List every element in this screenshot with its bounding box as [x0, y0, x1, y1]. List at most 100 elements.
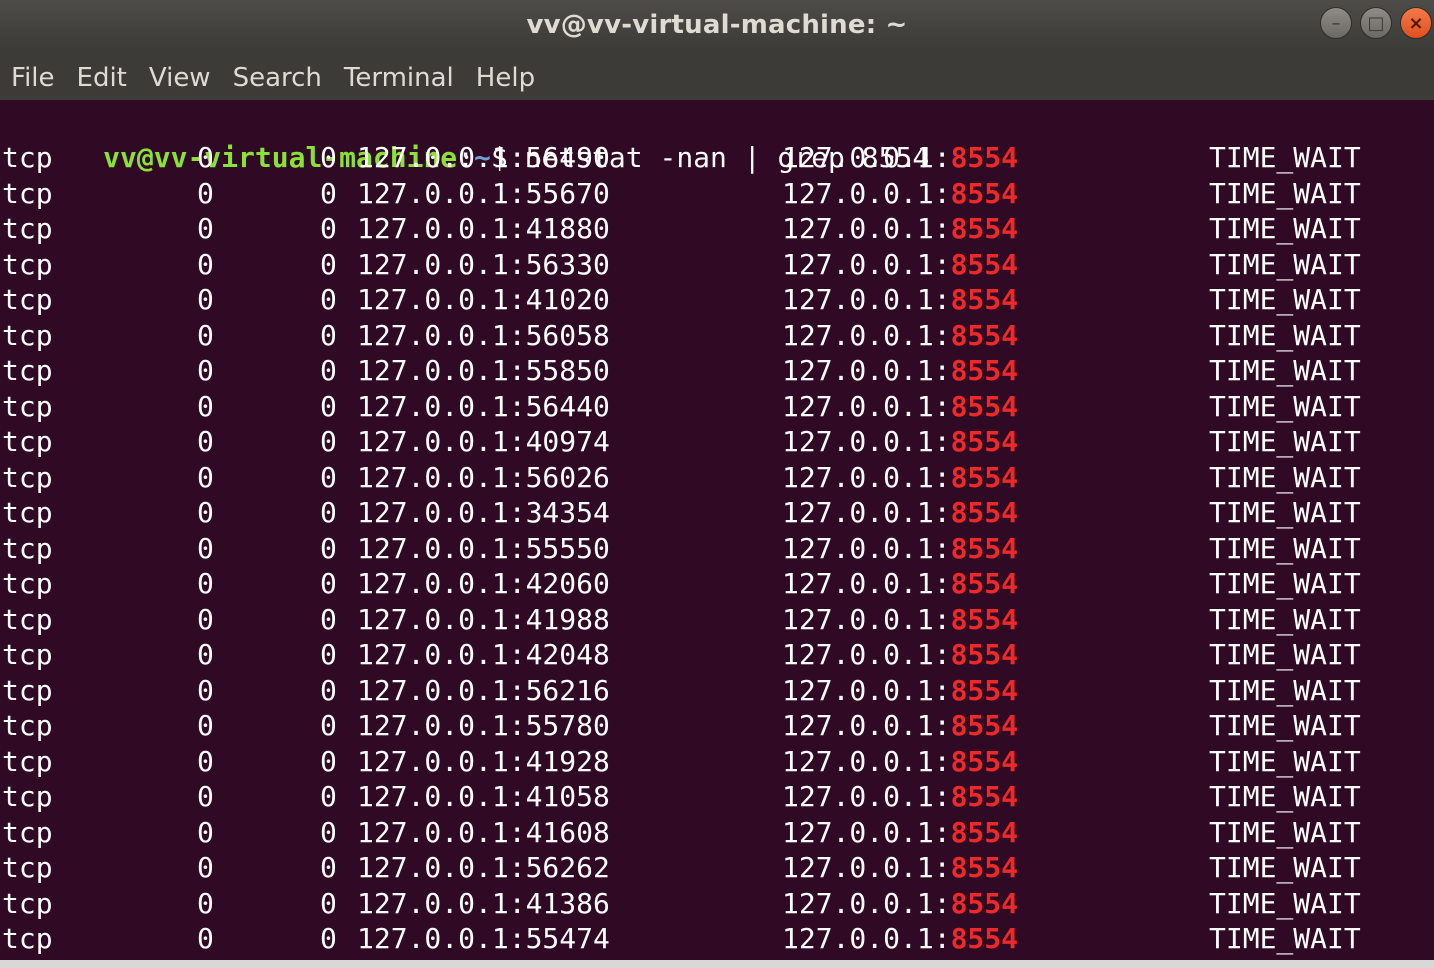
row-local-address: 127.0.0.1:55474	[357, 922, 610, 955]
row-foreign-ip: 127.0.0.1:	[782, 247, 951, 281]
row-local-address: 127.0.0.1:55780	[357, 709, 610, 742]
row-recv-q: 0	[197, 176, 214, 210]
row-proto: tcp	[2, 673, 53, 707]
row-foreign-ip: 127.0.0.1:	[782, 176, 951, 210]
row-foreign-ip: 127.0.0.1:	[782, 922, 951, 955]
close-button[interactable]: ×	[1400, 7, 1432, 39]
row-send-q: 0	[320, 389, 337, 423]
row-foreign-port-match: 8554	[950, 602, 1019, 636]
row-state: TIME_WAIT	[1209, 496, 1361, 529]
window-title: vv@vv-virtual-machine: ~	[526, 10, 908, 40]
row-local-address: 127.0.0.1:41608	[357, 815, 610, 849]
row-recv-q: 0	[197, 780, 214, 813]
row-foreign-address: 127.0.0.1:8554	[782, 211, 1018, 247]
row-recv-q: 0	[197, 851, 214, 884]
row-state: TIME_WAIT	[1209, 460, 1361, 494]
row-state: TIME_WAIT	[1209, 141, 1361, 174]
row-proto: tcp	[2, 318, 53, 352]
row-proto: tcp	[2, 815, 53, 849]
row-foreign-ip: 127.0.0.1:	[782, 318, 951, 352]
row-foreign-ip: 127.0.0.1:	[782, 602, 951, 636]
row-local-address: 127.0.0.1:55850	[357, 354, 610, 387]
row-foreign-ip: 127.0.0.1:	[782, 744, 951, 778]
row-foreign-port-match: 8554	[950, 709, 1019, 742]
row-send-q: 0	[320, 815, 337, 849]
menu-help[interactable]: Help	[465, 50, 546, 100]
row-local-address: 127.0.0.1:34354	[357, 496, 610, 529]
menu-file[interactable]: File	[0, 50, 66, 100]
row-local-address: 127.0.0.1:56026	[357, 460, 610, 494]
row-local-address: 127.0.0.1:56440	[357, 389, 610, 423]
row-foreign-address: 127.0.0.1:8554	[782, 708, 1018, 744]
title-bar[interactable]: vv@vv-virtual-machine: ~ – □ ×	[0, 0, 1434, 50]
row-state: TIME_WAIT	[1209, 247, 1361, 281]
row-send-q: 0	[320, 780, 337, 813]
row-foreign-ip: 127.0.0.1:	[782, 851, 951, 884]
row-state: TIME_WAIT	[1209, 389, 1361, 423]
row-send-q: 0	[320, 141, 337, 174]
row-foreign-port-match: 8554	[950, 638, 1019, 671]
row-foreign-port-match: 8554	[950, 425, 1019, 458]
row-recv-q: 0	[197, 460, 214, 494]
window-bottom-border	[0, 960, 1434, 968]
row-foreign-ip: 127.0.0.1:	[782, 496, 951, 529]
row-foreign-port-match: 8554	[950, 886, 1019, 920]
row-proto: tcp	[2, 176, 53, 210]
row-foreign-ip: 127.0.0.1:	[782, 354, 951, 387]
menu-search[interactable]: Search	[222, 50, 333, 100]
window-controls: – □ ×	[1320, 7, 1432, 39]
row-foreign-address: 127.0.0.1:8554	[782, 779, 1018, 815]
row-proto: tcp	[2, 851, 53, 884]
menu-edit[interactable]: Edit	[66, 50, 138, 100]
row-proto: tcp	[2, 354, 53, 387]
row-state: TIME_WAIT	[1209, 780, 1361, 813]
row-foreign-address: 127.0.0.1:8554	[782, 637, 1018, 673]
row-state: TIME_WAIT	[1209, 815, 1361, 849]
row-local-address: 127.0.0.1:41880	[357, 212, 610, 245]
row-local-address: 127.0.0.1:41988	[357, 602, 610, 636]
row-foreign-ip: 127.0.0.1:	[782, 460, 951, 494]
row-foreign-ip: 127.0.0.1:	[782, 638, 951, 671]
row-state: TIME_WAIT	[1209, 567, 1361, 600]
terminal-output[interactable]: vv@vv-virtual-machine:~$ netstat -nan | …	[0, 100, 1434, 960]
row-foreign-ip: 127.0.0.1:	[782, 673, 951, 707]
row-proto: tcp	[2, 567, 53, 600]
row-local-address: 127.0.0.1:55670	[357, 176, 610, 210]
row-foreign-address: 127.0.0.1:8554	[782, 744, 1018, 780]
row-foreign-port-match: 8554	[950, 247, 1019, 281]
row-proto: tcp	[2, 780, 53, 813]
row-send-q: 0	[320, 496, 337, 529]
row-foreign-port-match: 8554	[950, 673, 1019, 707]
row-state: TIME_WAIT	[1209, 212, 1361, 245]
row-proto: tcp	[2, 283, 53, 316]
row-foreign-address: 127.0.0.1:8554	[782, 495, 1018, 531]
row-foreign-address: 127.0.0.1:8554	[782, 460, 1018, 496]
row-recv-q: 0	[197, 709, 214, 742]
row-foreign-address: 127.0.0.1:8554	[782, 602, 1018, 638]
row-state: TIME_WAIT	[1209, 283, 1361, 316]
row-foreign-port-match: 8554	[950, 922, 1019, 955]
menu-view[interactable]: View	[138, 50, 222, 100]
row-foreign-port-match: 8554	[950, 354, 1019, 387]
row-local-address: 127.0.0.1:42048	[357, 638, 610, 671]
row-foreign-address: 127.0.0.1:8554	[782, 140, 1018, 176]
row-send-q: 0	[320, 886, 337, 920]
row-send-q: 0	[320, 638, 337, 671]
row-state: TIME_WAIT	[1209, 318, 1361, 352]
row-foreign-port-match: 8554	[950, 283, 1019, 316]
terminal-window: vv@vv-virtual-machine: ~ – □ × File Edit…	[0, 0, 1434, 960]
row-proto: tcp	[2, 212, 53, 245]
maximize-button[interactable]: □	[1360, 7, 1392, 39]
minimize-button[interactable]: –	[1320, 7, 1352, 39]
row-state: TIME_WAIT	[1209, 425, 1361, 458]
row-foreign-port-match: 8554	[950, 176, 1019, 210]
row-local-address: 127.0.0.1:55550	[357, 531, 610, 565]
menu-terminal[interactable]: Terminal	[333, 50, 465, 100]
row-proto: tcp	[2, 638, 53, 671]
close-icon: ×	[1408, 12, 1424, 34]
row-foreign-port-match: 8554	[950, 460, 1019, 494]
minimize-icon: –	[1331, 12, 1341, 34]
row-foreign-address: 127.0.0.1:8554	[782, 247, 1018, 283]
row-state: TIME_WAIT	[1209, 354, 1361, 387]
row-foreign-port-match: 8554	[950, 744, 1019, 778]
